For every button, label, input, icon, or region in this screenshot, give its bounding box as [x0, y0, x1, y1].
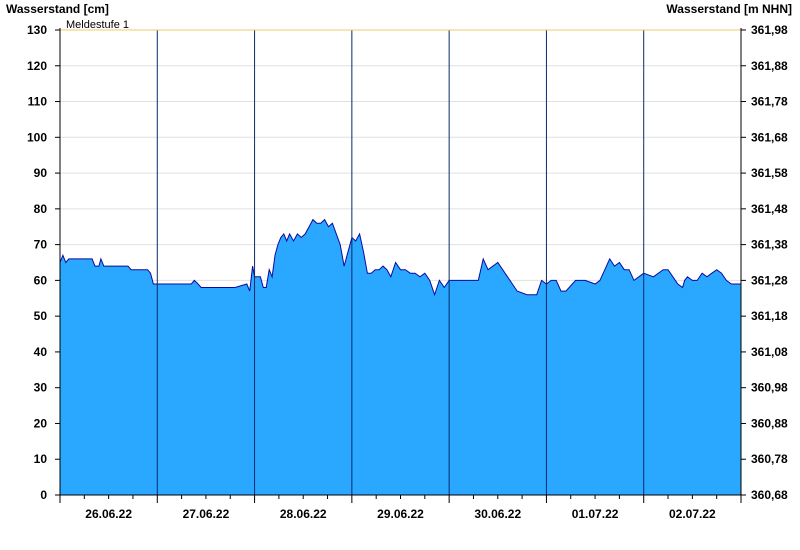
y-tick-label-right: 361,98 [751, 23, 788, 37]
threshold-label: Meldestufe 1 [66, 19, 129, 31]
x-tick-label: 26.06.22 [85, 507, 132, 521]
y-tick-label-right: 360,68 [751, 488, 788, 502]
y-tick-label-right: 360,98 [751, 381, 788, 395]
y-tick-label-right: 361,28 [751, 273, 788, 287]
y-tick-label-left: 100 [27, 130, 47, 144]
x-tick-label: 01.07.22 [572, 507, 619, 521]
y-tick-label-left: 90 [34, 166, 48, 180]
y-tick-label-left: 60 [34, 273, 48, 287]
y-axis-left-title: Wasserstand [cm] [6, 2, 109, 16]
y-tick-label-left: 10 [34, 452, 48, 466]
y-axis-left-ticks: 0 10 20 30 40 50 60 70 80 90 100 110 120 130 [27, 23, 60, 502]
y-tick-label-left: 20 [34, 416, 48, 430]
y-tick-label-right: 360,78 [751, 452, 788, 466]
y-tick-label-right: 361,38 [751, 238, 788, 252]
y-tick-label-left: 120 [27, 59, 47, 73]
y-tick-label-right: 361,88 [751, 59, 788, 73]
y-axis-right-title: Wasserstand [m NHN] [666, 2, 792, 16]
x-tick-label: 02.07.22 [669, 507, 716, 521]
y-tick-label-left: 70 [34, 238, 48, 252]
y-tick-label-right: 361,68 [751, 130, 788, 144]
y-tick-label-left: 80 [34, 202, 48, 216]
y-tick-label-left: 0 [40, 488, 47, 502]
y-axis-right-ticks: 360,68 360,78 360,88 360,98 361,08 361,18 361,… [741, 23, 788, 502]
x-axis-ticks: 26.06.22 27.06.22 28.06.22 29.06.22 30.06.22… [59, 495, 742, 521]
y-tick-label-left: 50 [34, 309, 48, 323]
y-tick-label-left: 40 [34, 345, 48, 359]
y-tick-label-right: 361,48 [751, 202, 788, 216]
y-tick-label-right: 361,18 [751, 309, 788, 323]
y-tick-label-right: 361,58 [751, 166, 788, 180]
y-tick-label-right: 360,88 [751, 416, 788, 430]
x-tick-label: 27.06.22 [183, 507, 230, 521]
series-area-fill [60, 219, 741, 495]
x-tick-label: 29.06.22 [377, 507, 424, 521]
y-tick-label-left: 130 [27, 23, 47, 37]
water-level-chart: Meldestufe 1 0 10 20 30 40 50 60 70 80 90 100 110 12… [6, 2, 792, 521]
series-area [59, 218, 741, 495]
y-tick-label-right: 361,78 [751, 95, 788, 109]
y-tick-label-right: 361,08 [751, 345, 788, 359]
y-tick-label-left: 30 [34, 381, 48, 395]
x-tick-label: 30.06.22 [474, 507, 521, 521]
y-tick-label-left: 110 [28, 95, 48, 109]
x-tick-label: 28.06.22 [280, 507, 327, 521]
